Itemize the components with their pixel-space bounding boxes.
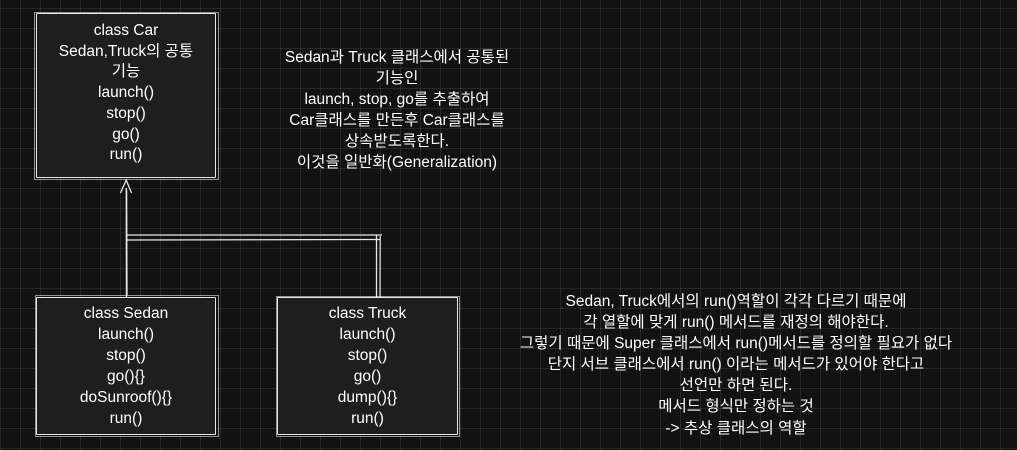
class-car-line: Sedan,Truck의 공통: [58, 42, 194, 60]
class-car-members: class Car Sedan,Truck의 공통 기능 launch() st…: [37, 21, 215, 166]
class-sedan-line: stop(): [106, 347, 146, 364]
note-line: launch, stop, go를 추출하여: [304, 91, 490, 108]
class-truck-line: go(): [353, 368, 382, 385]
generalization-note[interactable]: Sedan과 Truck 클래스에서 공통된 기능인 launch, stop,…: [232, 47, 562, 173]
note-line: Sedan, Truck에서의 run()역할이 각각 다르기 때문에: [565, 293, 907, 310]
class-car-line: go(): [112, 125, 140, 143]
note-line: 선언만 하면 된다.: [679, 377, 793, 395]
note-line: Sedan과 Truck 클래스에서 공통된: [284, 49, 510, 66]
class-car-line: launch(): [98, 84, 154, 102]
class-truck-line: launch(): [339, 326, 396, 343]
class-car-line: 기능: [111, 63, 141, 81]
class-car-line: run(): [109, 146, 143, 164]
class-car-line: stop(): [106, 104, 146, 122]
class-truck-box[interactable]: class Truck launch() stop() go() dump(){…: [276, 296, 460, 437]
class-sedan-line: doSunroof(){}: [79, 389, 173, 406]
class-sedan-line: launch(): [98, 326, 154, 343]
class-sedan-line: class Sedan: [83, 305, 169, 322]
class-truck-line: dump(){}: [337, 389, 398, 406]
note-line: 단지 서브 클래스에서 run() 이라는 메서드가 있어야 한다고: [547, 356, 925, 374]
class-car-box[interactable]: class Car Sedan,Truck의 공통 기능 launch() st…: [34, 12, 219, 180]
class-sedan-box[interactable]: class Sedan launch() stop() go(){} doSun…: [35, 295, 219, 437]
class-truck-line: class Truck: [328, 305, 407, 322]
note-line: 이것을 일반화(Generalization): [296, 154, 498, 171]
note-line: 메서드 형식만 정하는 것: [658, 398, 814, 416]
class-sedan-members: class Sedan launch() stop() go(){} doSun…: [37, 303, 215, 429]
note-line: 상속받도록한다.: [344, 133, 450, 150]
generalization-arrowhead: [119, 178, 133, 194]
note-line: 그렇기 때문에 Super 클래스에서 run()메서드를 정의할 필요가 없다: [519, 335, 953, 353]
class-truck-line: run(): [351, 410, 384, 427]
note-line: -> 추상 클래스의 역할: [665, 419, 807, 437]
class-truck-members: class Truck launch() stop() go() dump(){…: [278, 303, 457, 429]
class-truck-line: stop(): [347, 347, 388, 364]
abstract-class-note[interactable]: Sedan, Truck에서의 run()역할이 각각 다르기 때문에 각 열할…: [460, 291, 1012, 439]
class-sedan-line: run(): [109, 410, 143, 427]
class-car-line: class Car: [93, 22, 159, 39]
diagram-canvas[interactable]: class Car Sedan,Truck의 공통 기능 launch() st…: [0, 0, 1017, 450]
class-sedan-line: go(){}: [107, 368, 145, 385]
note-line: 각 열할에 맞게 run() 메서드를 재정의 해야한다.: [583, 314, 889, 332]
note-line: 기능인: [375, 70, 419, 87]
note-line: Car클래스를 만든후 Car클래스를: [289, 112, 505, 129]
truck-branch-line-bottom: [125, 238, 381, 241]
